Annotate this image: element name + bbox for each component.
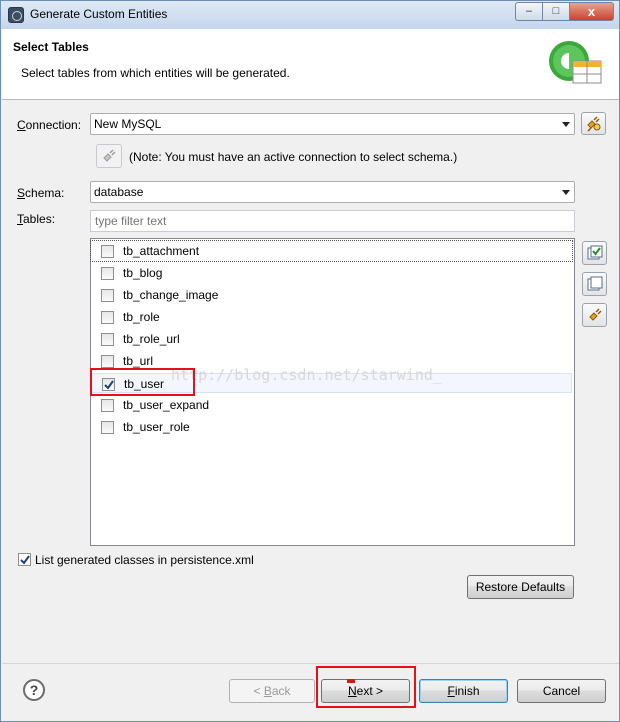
cancel-button[interactable]: Cancel: [517, 679, 606, 703]
window-title: Generate Custom Entities: [30, 7, 168, 21]
table-checkbox[interactable]: [101, 311, 114, 324]
table-row[interactable]: tb_attachment: [90, 240, 573, 262]
table-filter-field[interactable]: [90, 210, 575, 232]
deselect-all-icon: [587, 276, 603, 291]
persistence-checkbox[interactable]: [18, 553, 31, 566]
help-icon[interactable]: ?: [23, 679, 45, 701]
table-checkbox[interactable]: [101, 267, 114, 280]
chevron-down-icon: [562, 122, 570, 127]
connection-select[interactable]: New MySQL: [90, 113, 575, 135]
page-description: Select tables from which entities will b…: [21, 66, 290, 80]
refresh-icon: [589, 308, 602, 321]
maximize-button[interactable]: □: [542, 2, 569, 21]
table-row[interactable]: tb_role: [91, 307, 572, 327]
select-all-button[interactable]: [582, 241, 607, 265]
watermark-text: http://blog.csdn.net/starwind_: [171, 366, 442, 384]
table-row[interactable]: tb_role_url: [91, 329, 572, 349]
table-name: tb_url: [123, 354, 154, 368]
plug-icon: [103, 149, 116, 162]
table-checkbox[interactable]: [101, 399, 114, 412]
table-name: tb_blog: [123, 266, 163, 280]
finish-button[interactable]: Finish: [419, 679, 508, 703]
table-name: tb_role: [123, 310, 160, 324]
highlight-box-next: [316, 666, 416, 708]
minimize-button[interactable]: –: [515, 2, 542, 21]
connection-value: New MySQL: [94, 117, 162, 131]
eclipse-app-icon: [8, 7, 24, 23]
table-name: tb_attachment: [123, 244, 200, 258]
table-row[interactable]: tb_blog: [91, 263, 572, 283]
table-filter-input[interactable]: [91, 211, 574, 231]
table-name: tb_user_role: [123, 420, 190, 434]
deselect-all-button[interactable]: [582, 272, 607, 296]
connection-note: (Note: You must have an active connectio…: [129, 150, 458, 164]
refresh-tables-button[interactable]: [582, 303, 607, 327]
table-checkbox[interactable]: [101, 421, 114, 434]
highlight-box-tb-user: [90, 368, 195, 396]
schema-select[interactable]: database: [90, 181, 575, 203]
table-row[interactable]: tb_user_role: [91, 417, 572, 437]
page-title: Select Tables: [13, 40, 89, 54]
chevron-down-icon: [562, 190, 570, 195]
connect-button[interactable]: [581, 112, 606, 135]
button-bar-divider: [2, 663, 619, 664]
tables-label: Tables:: [17, 212, 56, 226]
table-checkbox[interactable]: [101, 289, 114, 302]
checkmark-icon: [20, 555, 30, 565]
wizard-header: Select Tables Select tables from which e…: [2, 29, 619, 100]
table-name: tb_role_url: [123, 332, 180, 346]
table-row[interactable]: tb_user_expand: [91, 395, 572, 415]
connection-label: Connection:: [17, 118, 82, 132]
reconnect-button[interactable]: [96, 144, 122, 168]
schema-value: database: [94, 185, 144, 199]
persistence-label: List generated classes in persistence.xm…: [35, 553, 254, 567]
schema-label: Schema:: [17, 186, 65, 200]
table-row[interactable]: tb_change_image: [91, 285, 572, 305]
select-all-icon: [587, 245, 603, 260]
dialog-window: Generate Custom Entities – □ x Select Ta…: [0, 0, 620, 722]
window-controls: – □ x: [515, 2, 614, 21]
table-checkbox[interactable]: [101, 333, 114, 346]
table-checkbox[interactable]: [101, 355, 114, 368]
plug-connect-icon: [587, 116, 601, 132]
table-name: tb_change_image: [123, 288, 219, 302]
close-button[interactable]: x: [569, 2, 614, 21]
back-button[interactable]: < Back: [229, 679, 315, 703]
restore-defaults-button[interactable]: Restore Defaults: [467, 575, 574, 599]
table-name: tb_user_expand: [123, 398, 210, 412]
table-checkbox[interactable]: [101, 245, 114, 258]
entity-wizard-icon: [549, 41, 602, 84]
title-bar: Generate Custom Entities – □ x: [1, 1, 619, 29]
